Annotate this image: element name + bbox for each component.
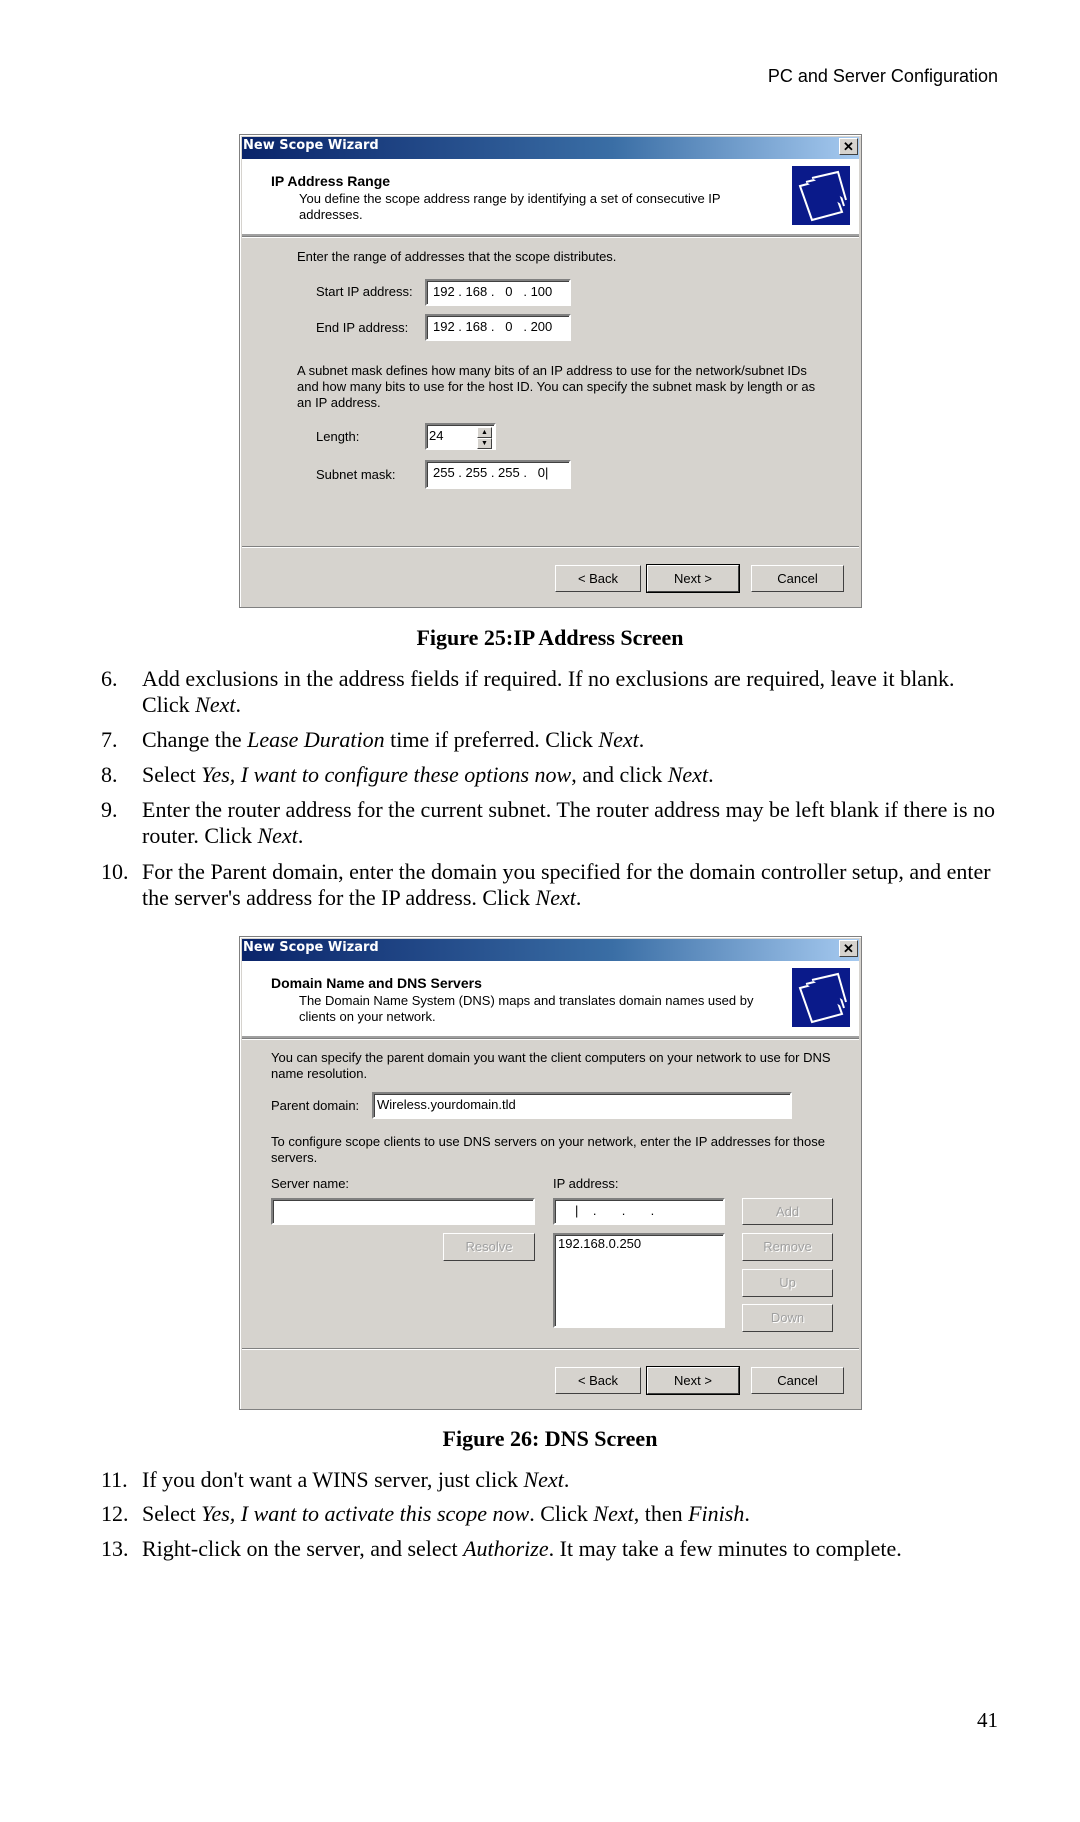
step-12: 12. Select Yes, I want to activate this s… (101, 1501, 750, 1526)
back-button[interactable]: < Back (555, 1367, 641, 1394)
page-number: 41 (977, 1708, 998, 1732)
parent-domain-intro: You can specify the parent domain you wa… (271, 1050, 831, 1081)
figure-26-caption: Figure 26: DNS Screen (442, 1426, 658, 1451)
next-button[interactable]: Next > (646, 1366, 740, 1395)
cancel-button[interactable]: Cancel (751, 565, 844, 592)
step-6: 6. Add exclusions in the address fields i… (101, 666, 955, 717)
dns-servers-dialog: New Scope Wizard ✕ Domain Name and DNS S… (239, 936, 862, 1410)
parent-domain-label: Parent domain: (271, 1098, 360, 1113)
wizard-description: You define the scope address range by id… (299, 191, 721, 222)
subnet-mask-input[interactable]: 255 . 255 . 255 . 0| (425, 460, 571, 489)
ip-address-input[interactable]: | . . . (553, 1198, 725, 1225)
window-title: New Scope Wizard (243, 138, 379, 153)
length-spinner[interactable]: 24 ▲ ▼ (425, 423, 496, 450)
subnet-description: A subnet mask defines how many bits of a… (297, 363, 816, 410)
range-intro: Enter the range of addresses that the sc… (297, 249, 617, 264)
wizard-description: The Domain Name System (DNS) maps and tr… (299, 993, 754, 1024)
down-button[interactable]: Down (742, 1304, 833, 1332)
header-divider (242, 1038, 859, 1040)
parent-domain-input[interactable]: Wireless.yourdomain.tld (372, 1092, 792, 1119)
resolve-button[interactable]: Resolve (443, 1233, 535, 1261)
step-7: 7. Change the Lease Duration time if pref… (101, 727, 645, 752)
close-icon[interactable]: ✕ (839, 138, 858, 155)
footer-divider (242, 546, 859, 548)
up-button[interactable]: Up (742, 1269, 833, 1297)
spin-down-icon[interactable]: ▼ (477, 438, 492, 449)
wizard-heading: IP Address Range (271, 173, 391, 189)
step-9: 9. Enter the router address for the curre… (101, 797, 996, 848)
end-ip-label: End IP address: (316, 320, 409, 335)
dns-servers-intro: To configure scope clients to use DNS se… (271, 1134, 825, 1165)
footer-divider (242, 1348, 859, 1350)
figure-25-caption: Figure 25:IP Address Screen (416, 625, 684, 650)
back-button[interactable]: < Back (555, 565, 641, 592)
header-divider (242, 236, 859, 238)
add-button[interactable]: Add (742, 1198, 833, 1225)
ip-address-range-dialog: New Scope Wizard ✕ IP Address Range You … (239, 134, 862, 608)
dns-ip-list[interactable]: 192.168.0.250 (553, 1233, 725, 1328)
cancel-button[interactable]: Cancel (751, 1367, 844, 1394)
ip-address-label: IP address: (553, 1176, 619, 1191)
dns-ip-list-item[interactable]: 192.168.0.250 (558, 1236, 641, 1251)
step-13: 13. Right-click on the server, and select… (101, 1536, 902, 1561)
server-name-input[interactable] (271, 1198, 535, 1225)
window-title: New Scope Wizard (243, 940, 379, 955)
step-10: 10. For the Parent domain, enter the doma… (101, 859, 991, 910)
running-header: PC and Server Configuration (767, 66, 998, 86)
length-value: 24 (429, 428, 444, 443)
subnet-mask-label: Subnet mask: (316, 467, 396, 482)
length-label: Length: (316, 429, 360, 444)
remove-button[interactable]: Remove (742, 1233, 833, 1261)
step-11: 11. If you don't want a WINS server, just… (101, 1467, 570, 1492)
step-8: 8. Select Yes, I want to configure these … (101, 762, 714, 787)
start-ip-input[interactable]: 192 . 168 . 0 . 100 (425, 279, 571, 306)
wizard-heading: Domain Name and DNS Servers (271, 975, 482, 991)
start-ip-label: Start IP address: (316, 284, 413, 299)
end-ip-input[interactable]: 192 . 168 . 0 . 200 (425, 314, 571, 341)
folders-wizard-icon (792, 968, 850, 1027)
spin-up-icon[interactable]: ▲ (477, 427, 492, 438)
folders-wizard-icon (792, 166, 850, 225)
next-button[interactable]: Next > (646, 564, 740, 593)
close-icon[interactable]: ✕ (839, 940, 858, 957)
server-name-label: Server name: (271, 1176, 350, 1191)
